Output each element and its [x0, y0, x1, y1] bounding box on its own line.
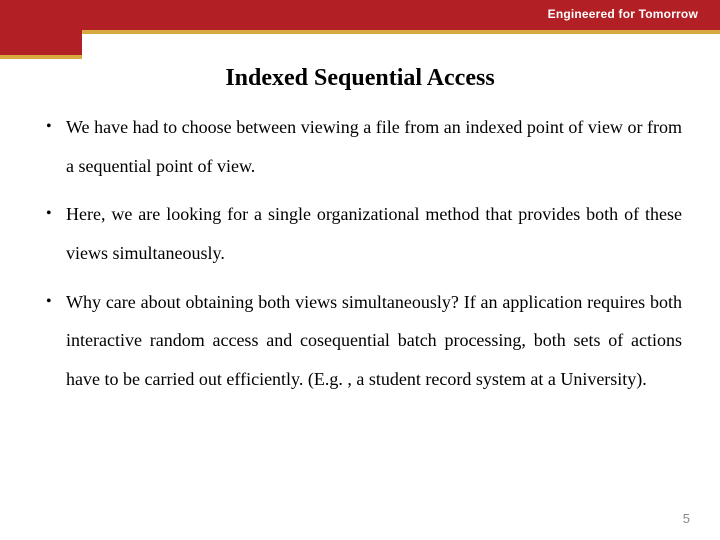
page-number: 5 [683, 511, 690, 526]
header-tagline: Engineered for Tomorrow [548, 7, 698, 21]
list-item: Why care about obtaining both views simu… [42, 283, 682, 399]
list-item: We have had to choose between viewing a … [42, 108, 682, 185]
header-accent-box [0, 0, 82, 55]
bullet-list: We have had to choose between viewing a … [42, 108, 682, 399]
slide: Engineered for Tomorrow Indexed Sequenti… [0, 0, 720, 540]
header-underline [0, 30, 720, 34]
header-band: Engineered for Tomorrow [0, 0, 720, 30]
header-accent-underline [0, 55, 82, 59]
content-body: We have had to choose between viewing a … [42, 108, 682, 409]
list-item: Here, we are looking for a single organi… [42, 195, 682, 272]
page-title: Indexed Sequential Access [0, 65, 720, 92]
